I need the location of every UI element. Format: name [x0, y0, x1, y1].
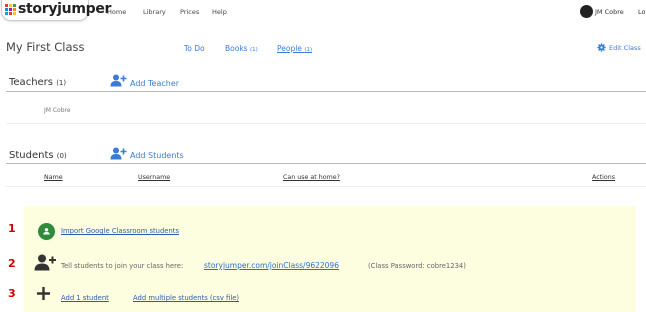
add-multiple-students-link[interactable]: Add multiple students (csv file): [133, 294, 239, 302]
add-teacher-link[interactable]: Add Teacher: [130, 79, 179, 88]
tab-todo[interactable]: To Do: [184, 44, 205, 53]
teachers-title: Teachers: [9, 77, 53, 88]
students-heading: Students (0): [9, 150, 67, 161]
students-title: Students: [9, 150, 54, 161]
tab-books-label: Books: [225, 44, 248, 53]
gear-icon[interactable]: [597, 43, 606, 52]
students-count: (0): [56, 152, 67, 160]
person-add-icon: [34, 254, 56, 271]
step-number-1: 1: [8, 222, 16, 235]
google-classroom-icon[interactable]: [38, 223, 55, 240]
logo-icon: [5, 4, 16, 15]
nav-library[interactable]: Library: [143, 8, 166, 16]
tab-people-count: (1): [304, 47, 313, 53]
column-header-actions[interactable]: Actions: [592, 174, 615, 181]
teachers-divider: [6, 91, 646, 92]
add-one-student-link[interactable]: Add 1 student: [61, 294, 109, 302]
column-header-username[interactable]: Username: [138, 174, 170, 181]
class-title: My First Class: [6, 40, 85, 54]
add-person-icon[interactable]: [110, 74, 127, 87]
join-class-url[interactable]: storyjumper.com/joinClass/9622096: [204, 261, 339, 270]
nav-prices[interactable]: Prices: [180, 8, 199, 16]
avatar[interactable]: [580, 5, 593, 18]
add-person-icon[interactable]: [110, 147, 127, 160]
tab-books[interactable]: Books (1): [225, 44, 258, 53]
nav-help[interactable]: Help: [212, 8, 227, 16]
edit-class-link[interactable]: Edit Class: [609, 44, 641, 52]
tab-todo-label: To Do: [184, 44, 205, 53]
tab-books-count: (1): [249, 47, 258, 53]
tab-people-label: People: [277, 44, 302, 53]
plus-icon[interactable]: [36, 286, 51, 301]
class-password: (Class Password: cobre1234): [368, 262, 466, 270]
import-google-classroom-link[interactable]: Import Google Classroom students: [61, 227, 179, 235]
join-instructions: Tell students to join your class here:: [61, 262, 184, 270]
user-name[interactable]: JM Cobre: [595, 8, 624, 16]
students-divider: [6, 163, 646, 164]
columns-divider: [6, 186, 646, 187]
step-number-3: 3: [8, 287, 16, 300]
teacher-row-divider: [6, 123, 646, 124]
teachers-heading: Teachers (1): [9, 77, 66, 88]
nav-home[interactable]: Home: [107, 8, 126, 16]
column-header-name[interactable]: Name: [44, 174, 63, 181]
logout-link[interactable]: Lo: [638, 8, 645, 16]
add-students-panel: [24, 206, 636, 312]
google-classroom-person-icon: [43, 228, 50, 235]
column-header-home[interactable]: Can use at home?: [283, 174, 340, 181]
step-number-2: 2: [8, 257, 16, 270]
teacher-row-name: JM Cobre: [44, 107, 71, 114]
logo-text: storyjumper: [18, 1, 112, 17]
teachers-count: (1): [56, 79, 67, 87]
tab-people[interactable]: People (1): [277, 44, 312, 53]
add-students-link[interactable]: Add Students: [130, 151, 184, 160]
